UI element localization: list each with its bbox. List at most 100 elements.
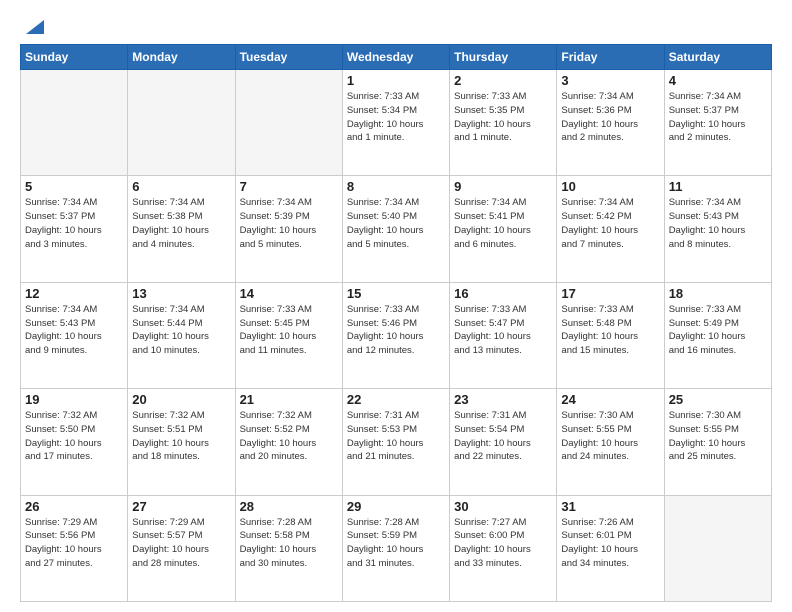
- day-info: Sunrise: 7:27 AM Sunset: 6:00 PM Dayligh…: [454, 516, 552, 571]
- calendar-cell: 25 Sunrise: 7:30 AM Sunset: 5:55 PM Dayli…: [664, 389, 771, 495]
- calendar-cell: 28 Sunrise: 7:28 AM Sunset: 5:58 PM Dayli…: [235, 495, 342, 601]
- week-row-3: 12 Sunrise: 7:34 AM Sunset: 5:43 PM Dayli…: [21, 282, 772, 388]
- day-info: Sunrise: 7:34 AM Sunset: 5:37 PM Dayligh…: [25, 196, 123, 251]
- day-info: Sunrise: 7:31 AM Sunset: 5:53 PM Dayligh…: [347, 409, 445, 464]
- calendar-cell: 7 Sunrise: 7:34 AM Sunset: 5:39 PM Daylig…: [235, 176, 342, 282]
- day-info: Sunrise: 7:33 AM Sunset: 5:49 PM Dayligh…: [669, 303, 767, 358]
- calendar-cell: 17Sunrise: 7:33 AM Sunset: 5:48 PM Dayli…: [557, 282, 664, 388]
- calendar-cell: [21, 70, 128, 176]
- calendar-cell: 18 Sunrise: 7:33 AM Sunset: 5:49 PM Dayli…: [664, 282, 771, 388]
- day-number: 30: [454, 499, 552, 514]
- calendar-cell: 16Sunrise: 7:33 AM Sunset: 5:47 PM Dayli…: [450, 282, 557, 388]
- calendar-cell: 10 Sunrise: 7:34 AM Sunset: 5:42 PM Dayli…: [557, 176, 664, 282]
- day-info: Sunrise: 7:33 AM Sunset: 5:35 PM Dayligh…: [454, 90, 552, 145]
- weekday-header-wednesday: Wednesday: [342, 45, 449, 70]
- calendar-cell: 21 Sunrise: 7:32 AM Sunset: 5:52 PM Dayli…: [235, 389, 342, 495]
- day-number: 20: [132, 392, 230, 407]
- calendar-cell: [235, 70, 342, 176]
- calendar-cell: 12 Sunrise: 7:34 AM Sunset: 5:43 PM Dayli…: [21, 282, 128, 388]
- calendar-cell: 8 Sunrise: 7:34 AM Sunset: 5:40 PM Daylig…: [342, 176, 449, 282]
- calendar-cell: 27 Sunrise: 7:29 AM Sunset: 5:57 PM Dayli…: [128, 495, 235, 601]
- day-info: Sunrise: 7:34 AM Sunset: 5:39 PM Dayligh…: [240, 196, 338, 251]
- weekday-header-friday: Friday: [557, 45, 664, 70]
- day-number: 5: [25, 179, 123, 194]
- day-number: 1: [347, 73, 445, 88]
- day-number: 15: [347, 286, 445, 301]
- day-number: 2: [454, 73, 552, 88]
- weekday-header-sunday: Sunday: [21, 45, 128, 70]
- calendar-cell: 14Sunrise: 7:33 AM Sunset: 5:45 PM Dayli…: [235, 282, 342, 388]
- day-info: Sunrise: 7:34 AM Sunset: 5:42 PM Dayligh…: [561, 196, 659, 251]
- day-info: Sunrise: 7:34 AM Sunset: 5:44 PM Dayligh…: [132, 303, 230, 358]
- calendar-table: SundayMondayTuesdayWednesdayThursdayFrid…: [20, 44, 772, 602]
- day-number: 28: [240, 499, 338, 514]
- day-number: 22: [347, 392, 445, 407]
- day-info: Sunrise: 7:28 AM Sunset: 5:58 PM Dayligh…: [240, 516, 338, 571]
- weekday-header-row: SundayMondayTuesdayWednesdayThursdayFrid…: [21, 45, 772, 70]
- day-number: 26: [25, 499, 123, 514]
- day-info: Sunrise: 7:29 AM Sunset: 5:57 PM Dayligh…: [132, 516, 230, 571]
- calendar-cell: 29 Sunrise: 7:28 AM Sunset: 5:59 PM Dayli…: [342, 495, 449, 601]
- day-info: Sunrise: 7:33 AM Sunset: 5:45 PM Dayligh…: [240, 303, 338, 358]
- calendar-cell: 1 Sunrise: 7:33 AM Sunset: 5:34 PM Daylig…: [342, 70, 449, 176]
- day-number: 7: [240, 179, 338, 194]
- day-number: 18: [669, 286, 767, 301]
- calendar-cell: 9 Sunrise: 7:34 AM Sunset: 5:41 PM Daylig…: [450, 176, 557, 282]
- calendar-cell: 19 Sunrise: 7:32 AM Sunset: 5:50 PM Dayli…: [21, 389, 128, 495]
- day-number: 6: [132, 179, 230, 194]
- day-number: 12: [25, 286, 123, 301]
- weekday-header-monday: Monday: [128, 45, 235, 70]
- day-number: 29: [347, 499, 445, 514]
- day-info: Sunrise: 7:34 AM Sunset: 5:38 PM Dayligh…: [132, 196, 230, 251]
- calendar-cell: 31Sunrise: 7:26 AM Sunset: 6:01 PM Dayli…: [557, 495, 664, 601]
- day-number: 24: [561, 392, 659, 407]
- calendar-cell: [664, 495, 771, 601]
- day-number: 31: [561, 499, 659, 514]
- week-row-2: 5 Sunrise: 7:34 AM Sunset: 5:37 PM Daylig…: [21, 176, 772, 282]
- day-info: Sunrise: 7:34 AM Sunset: 5:41 PM Dayligh…: [454, 196, 552, 251]
- day-number: 9: [454, 179, 552, 194]
- logo-icon: [22, 16, 44, 34]
- day-info: Sunrise: 7:34 AM Sunset: 5:40 PM Dayligh…: [347, 196, 445, 251]
- calendar-cell: [128, 70, 235, 176]
- day-number: 21: [240, 392, 338, 407]
- calendar-cell: 13Sunrise: 7:34 AM Sunset: 5:44 PM Dayli…: [128, 282, 235, 388]
- week-row-4: 19 Sunrise: 7:32 AM Sunset: 5:50 PM Dayli…: [21, 389, 772, 495]
- day-info: Sunrise: 7:33 AM Sunset: 5:46 PM Dayligh…: [347, 303, 445, 358]
- day-info: Sunrise: 7:28 AM Sunset: 5:59 PM Dayligh…: [347, 516, 445, 571]
- calendar-cell: 4Sunrise: 7:34 AM Sunset: 5:37 PM Daylig…: [664, 70, 771, 176]
- calendar-cell: 3Sunrise: 7:34 AM Sunset: 5:36 PM Daylig…: [557, 70, 664, 176]
- day-info: Sunrise: 7:32 AM Sunset: 5:50 PM Dayligh…: [25, 409, 123, 464]
- weekday-header-thursday: Thursday: [450, 45, 557, 70]
- calendar-cell: 20 Sunrise: 7:32 AM Sunset: 5:51 PM Dayli…: [128, 389, 235, 495]
- day-info: Sunrise: 7:34 AM Sunset: 5:37 PM Dayligh…: [669, 90, 767, 145]
- day-number: 19: [25, 392, 123, 407]
- day-number: 8: [347, 179, 445, 194]
- day-number: 11: [669, 179, 767, 194]
- calendar-cell: 5 Sunrise: 7:34 AM Sunset: 5:37 PM Daylig…: [21, 176, 128, 282]
- day-info: Sunrise: 7:33 AM Sunset: 5:34 PM Dayligh…: [347, 90, 445, 145]
- weekday-header-tuesday: Tuesday: [235, 45, 342, 70]
- day-number: 27: [132, 499, 230, 514]
- day-info: Sunrise: 7:32 AM Sunset: 5:52 PM Dayligh…: [240, 409, 338, 464]
- calendar-cell: 6 Sunrise: 7:34 AM Sunset: 5:38 PM Daylig…: [128, 176, 235, 282]
- day-number: 17: [561, 286, 659, 301]
- day-number: 10: [561, 179, 659, 194]
- day-number: 25: [669, 392, 767, 407]
- calendar-cell: 26Sunrise: 7:29 AM Sunset: 5:56 PM Dayli…: [21, 495, 128, 601]
- calendar-cell: 11Sunrise: 7:34 AM Sunset: 5:43 PM Dayli…: [664, 176, 771, 282]
- day-info: Sunrise: 7:34 AM Sunset: 5:43 PM Dayligh…: [25, 303, 123, 358]
- calendar-cell: 2 Sunrise: 7:33 AM Sunset: 5:35 PM Daylig…: [450, 70, 557, 176]
- calendar-cell: 22 Sunrise: 7:31 AM Sunset: 5:53 PM Dayli…: [342, 389, 449, 495]
- calendar-cell: 15 Sunrise: 7:33 AM Sunset: 5:46 PM Dayli…: [342, 282, 449, 388]
- day-info: Sunrise: 7:30 AM Sunset: 5:55 PM Dayligh…: [669, 409, 767, 464]
- day-info: Sunrise: 7:31 AM Sunset: 5:54 PM Dayligh…: [454, 409, 552, 464]
- day-number: 16: [454, 286, 552, 301]
- day-info: Sunrise: 7:32 AM Sunset: 5:51 PM Dayligh…: [132, 409, 230, 464]
- header: [20, 18, 772, 36]
- calendar-cell: 23 Sunrise: 7:31 AM Sunset: 5:54 PM Dayli…: [450, 389, 557, 495]
- weekday-header-saturday: Saturday: [664, 45, 771, 70]
- page: SundayMondayTuesdayWednesdayThursdayFrid…: [0, 0, 792, 612]
- calendar-cell: 30 Sunrise: 7:27 AM Sunset: 6:00 PM Dayli…: [450, 495, 557, 601]
- day-number: 23: [454, 392, 552, 407]
